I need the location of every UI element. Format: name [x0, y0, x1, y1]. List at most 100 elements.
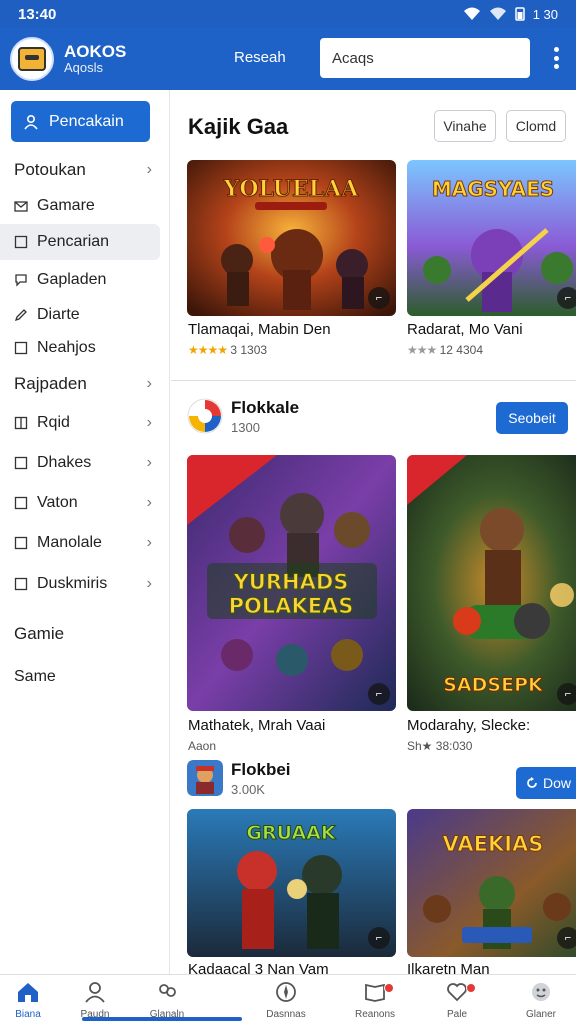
status-time: 13:40 [18, 5, 57, 23]
game-card-1-title[interactable]: Tlamaqai, Mabin Den [188, 321, 331, 338]
chevron-right-icon: › [146, 375, 152, 392]
publisher-1-follow-button[interactable]: Seobeit [496, 402, 568, 434]
sidebar-item-label: Dhakes [37, 454, 92, 471]
publisher-2-download-button[interactable]: Dow [516, 767, 576, 799]
sidebar-item-gamare[interactable]: Gamare [0, 188, 160, 224]
nav-item-glaner[interactable]: Glaner [505, 981, 576, 1023]
pencil-icon [14, 308, 28, 322]
sidebar-primary-label: Pencakain [49, 112, 124, 130]
game-card-3-title[interactable]: Mathatek, Mrah Vaai [188, 717, 325, 734]
filter-chip-1[interactable]: Vinahe [434, 110, 496, 142]
sidebar-item-potoukan[interactable]: Potoukan › [0, 152, 160, 188]
person-icon [84, 981, 106, 1006]
sidebar-item-label: Gamie [14, 624, 65, 643]
game-card-4-title[interactable]: Modarahy, Slecke: [407, 717, 530, 734]
app-name-block: AOKOS Aqosls [64, 42, 126, 76]
game-card-2-stars: ★★★ [407, 343, 437, 357]
search-box [320, 38, 530, 78]
square-icon [14, 456, 28, 470]
game-card-5-art-title: GRUAAK [246, 822, 336, 844]
chevron-right-icon: › [146, 494, 152, 511]
publisher-1-logo[interactable] [187, 398, 223, 434]
battery-level: 1 30 [532, 6, 558, 22]
sidebar-item-label: Rqid [37, 414, 70, 431]
game-card-3[interactable]: YURHADS POLAKEAS ⌐ [187, 455, 396, 711]
game-card-1[interactable]: YOLUELAA ⌐ [187, 160, 396, 316]
game-card-4-art-title: SADSEPK [443, 674, 544, 696]
compass-icon [275, 981, 297, 1006]
game-card-5[interactable]: GRUAAK ⌐ [187, 809, 396, 957]
publisher-2-name[interactable]: Flokbei [231, 760, 291, 780]
sidebar-item-label: Gamare [37, 197, 95, 214]
game-card-6[interactable]: VAEKIAS ⌐ [407, 809, 576, 957]
research-link[interactable]: Reseah [234, 49, 286, 66]
nav-active-indicator [82, 1017, 242, 1021]
sidebar-item-gamie[interactable]: Gamie [0, 616, 160, 652]
person-icon [24, 114, 38, 130]
game-card-3-art-title-2: POLAKEAS [229, 594, 354, 618]
game-card-6-art-title: VAEKIAS [443, 832, 544, 856]
book-icon [14, 416, 28, 430]
nav-item-dasnnas[interactable]: Dasnnas [250, 981, 322, 1023]
signal-icon [489, 7, 506, 20]
refresh-icon [527, 777, 537, 788]
game-card-2-art-title: MAGSYAES [432, 177, 554, 201]
sidebar-item-manolale[interactable]: Manolale › [0, 525, 160, 561]
chevron-right-icon: › [146, 454, 152, 471]
sidebar-item-neahjos[interactable]: Neahjos [0, 330, 160, 366]
game-card-6-title[interactable]: Ilkaretn Man [407, 961, 490, 974]
publisher-2-button-label: Dow [543, 775, 572, 791]
game-card-4[interactable]: SADSEPK ⌐ [407, 455, 576, 711]
game-card-5-title[interactable]: Kadaacal 3 Nan Vam [188, 961, 329, 974]
sidebar-item-label: Rajpaden [14, 374, 87, 393]
nav-item-label: Pale [446, 1009, 467, 1020]
game-card-3-badge: ⌐ [368, 683, 390, 705]
game-card-2-title[interactable]: Radarat, Mo Vani [407, 321, 523, 338]
nav-item-label: Reanons [354, 1009, 396, 1020]
notification-badge [466, 983, 476, 993]
game-card-1-art-title: YOLUELAA [223, 176, 360, 202]
app-logo[interactable] [10, 37, 54, 81]
publisher-2-logo[interactable] [187, 760, 223, 796]
nav-item-pale[interactable]: Pale [421, 981, 493, 1023]
filter-chip-2[interactable]: Clomd [506, 110, 566, 142]
search-input[interactable] [320, 38, 530, 78]
game-card-4-meta: Sh★ 38:030 [407, 739, 473, 753]
game-card-3-meta: Aaon [188, 739, 217, 753]
game-card-4-badge: ⌐ [557, 683, 576, 705]
more-menu-button[interactable] [548, 44, 564, 72]
publisher-1-count: 1300 [231, 420, 260, 435]
game-card-1-meta: ★★★★ 3 1303 [188, 343, 267, 357]
sidebar-item-label: Vaton [37, 494, 78, 511]
sidebar-item-duskmiris[interactable]: Duskmiris › [0, 566, 160, 602]
game-card-2-meta: ★★★ 12 4304 [407, 343, 483, 357]
sidebar-item-label: Same [14, 668, 56, 685]
sidebar-item-diarte[interactable]: Diarte [0, 297, 160, 333]
sidebar-item-rqid[interactable]: Rqid › [0, 405, 160, 441]
sidebar-item-gapladen[interactable]: Gapladen [0, 262, 160, 298]
square-icon [14, 536, 28, 550]
nav-item-reanons[interactable]: Reanons [339, 981, 411, 1023]
sidebar-item-rajpaden[interactable]: Rajpaden › [0, 366, 160, 402]
nav-item-biana[interactable]: Biana [0, 981, 64, 1023]
app-header: AOKOS Aqosls Reseah [0, 28, 576, 90]
game-card-3-art-title-1: YURHADS [233, 570, 349, 594]
sidebar-item-label: Duskmiris [37, 575, 108, 592]
heart-icon [446, 981, 468, 1006]
sidebar-item-vaton[interactable]: Vaton › [0, 485, 160, 521]
square-icon [14, 341, 28, 355]
sidebar-item-dhakes[interactable]: Dhakes › [0, 445, 160, 481]
sidebar-item-pencarian[interactable]: Pencarian [0, 224, 160, 260]
square-icon [14, 496, 28, 510]
sidebar-primary-button[interactable]: Pencakain [11, 101, 150, 142]
publisher-1-name[interactable]: Flokkale [231, 398, 299, 418]
game-card-2-count: 12 4304 [439, 343, 484, 357]
status-bar: 13:40 1 30 [0, 0, 576, 28]
game-card-1-stars: ★★★★ [188, 343, 228, 357]
game-card-2[interactable]: MAGSYAES ⌐ [407, 160, 576, 316]
chevron-right-icon: › [146, 534, 152, 551]
home-icon [16, 981, 40, 1006]
sidebar-item-same[interactable]: Same [0, 659, 160, 695]
sidebar-item-label: Gapladen [37, 271, 107, 288]
nav-item-label: Glaner [525, 1009, 556, 1020]
